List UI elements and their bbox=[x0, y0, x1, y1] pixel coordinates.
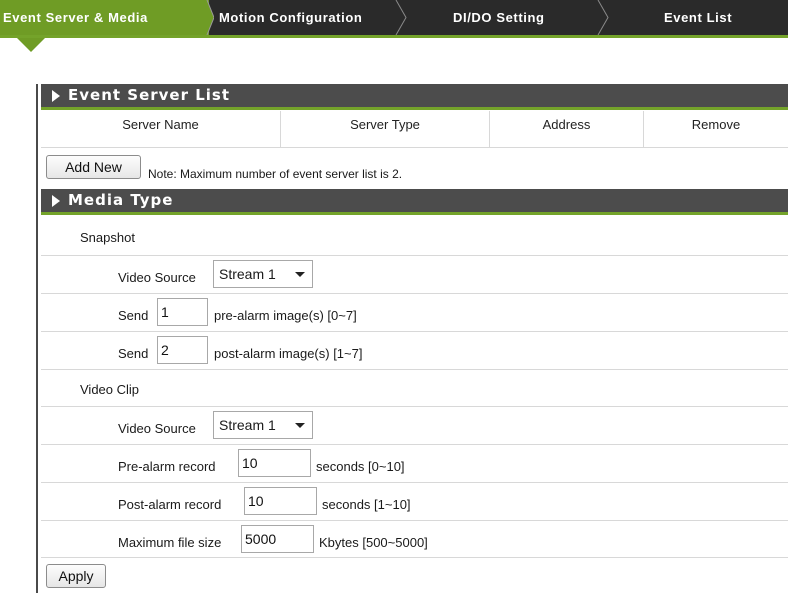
tab-motion-configuration[interactable]: Motion Configuration bbox=[219, 0, 362, 35]
chevron-down-icon bbox=[295, 272, 305, 277]
tab-label: DI/DO Setting bbox=[453, 10, 545, 25]
snapshot-label: Snapshot bbox=[80, 230, 135, 245]
send-label: Send bbox=[118, 308, 149, 323]
tab-di-do-setting[interactable]: DI/DO Setting bbox=[453, 0, 545, 35]
max-file-size-range-label: Kbytes [500~5000] bbox=[319, 535, 428, 550]
collapse-arrow-icon[interactable] bbox=[52, 90, 60, 102]
selected-value: Stream 1 bbox=[219, 266, 276, 282]
tab-label: Event Server & Media bbox=[3, 10, 148, 25]
tab-label: Event List bbox=[664, 10, 733, 25]
content-left-border bbox=[36, 84, 38, 593]
tab-separator-icon bbox=[597, 0, 609, 35]
snapshot-video-source-label: Video Source bbox=[118, 270, 196, 285]
divider bbox=[41, 147, 788, 148]
post-alarm-record-range-label: seconds [1~10] bbox=[322, 497, 411, 512]
post-alarm-image-count-input[interactable] bbox=[157, 336, 208, 364]
section-title: Event Server List bbox=[68, 86, 231, 104]
apply-button[interactable]: Apply bbox=[46, 564, 106, 588]
pre-alarm-record-label: Pre-alarm record bbox=[118, 459, 216, 474]
pre-alarm-range-label: pre-alarm image(s) [0~7] bbox=[214, 308, 357, 323]
tab-bar: Event Server & Media Motion Configuratio… bbox=[0, 0, 788, 38]
tab-event-list[interactable]: Event List bbox=[664, 0, 732, 35]
column-header-server-name: Server Name bbox=[122, 117, 199, 132]
pre-alarm-record-range-label: seconds [0~10] bbox=[316, 459, 405, 474]
max-file-size-label: Maximum file size bbox=[118, 535, 222, 550]
tab-label: Motion Configuration bbox=[219, 10, 363, 25]
tab-separator-icon bbox=[200, 0, 214, 35]
column-header-address: Address bbox=[542, 117, 591, 132]
divider bbox=[41, 444, 788, 445]
tab-separator-icon bbox=[395, 0, 407, 35]
pre-alarm-record-input[interactable] bbox=[238, 449, 311, 477]
divider bbox=[41, 406, 788, 407]
post-alarm-record-label: Post-alarm record bbox=[118, 497, 222, 512]
divider bbox=[41, 369, 788, 370]
divider bbox=[41, 293, 788, 294]
snapshot-video-source-select[interactable]: Stream 1 bbox=[213, 260, 313, 288]
selected-value: Stream 1 bbox=[219, 417, 276, 433]
video-clip-video-source-select[interactable]: Stream 1 bbox=[213, 411, 313, 439]
add-new-button[interactable]: Add New bbox=[46, 155, 141, 179]
column-header-server-type: Server Type bbox=[350, 117, 420, 132]
section-header-event-server-list[interactable]: Event Server List bbox=[41, 84, 788, 110]
divider bbox=[41, 255, 788, 256]
video-clip-label: Video Clip bbox=[80, 382, 140, 397]
section-title: Media Type bbox=[68, 191, 174, 209]
divider bbox=[41, 557, 788, 558]
post-alarm-record-input[interactable] bbox=[244, 487, 317, 515]
video-clip-video-source-label: Video Source bbox=[118, 421, 196, 436]
divider bbox=[41, 520, 788, 521]
send-label: Send bbox=[118, 346, 149, 361]
section-header-media-type[interactable]: Media Type bbox=[41, 189, 788, 215]
active-tab-pointer-icon bbox=[17, 38, 45, 52]
pre-alarm-image-count-input[interactable] bbox=[157, 298, 208, 326]
collapse-arrow-icon[interactable] bbox=[52, 195, 60, 207]
divider bbox=[41, 482, 788, 483]
max-file-size-input[interactable] bbox=[241, 525, 314, 553]
tab-event-server-media[interactable]: Event Server & Media bbox=[0, 0, 209, 35]
post-alarm-range-label: post-alarm image(s) [1~7] bbox=[214, 346, 363, 361]
max-servers-note: Note: Maximum number of event server lis… bbox=[148, 167, 403, 181]
divider bbox=[41, 331, 788, 332]
chevron-down-icon bbox=[295, 423, 305, 428]
column-header-remove: Remove bbox=[691, 117, 741, 132]
